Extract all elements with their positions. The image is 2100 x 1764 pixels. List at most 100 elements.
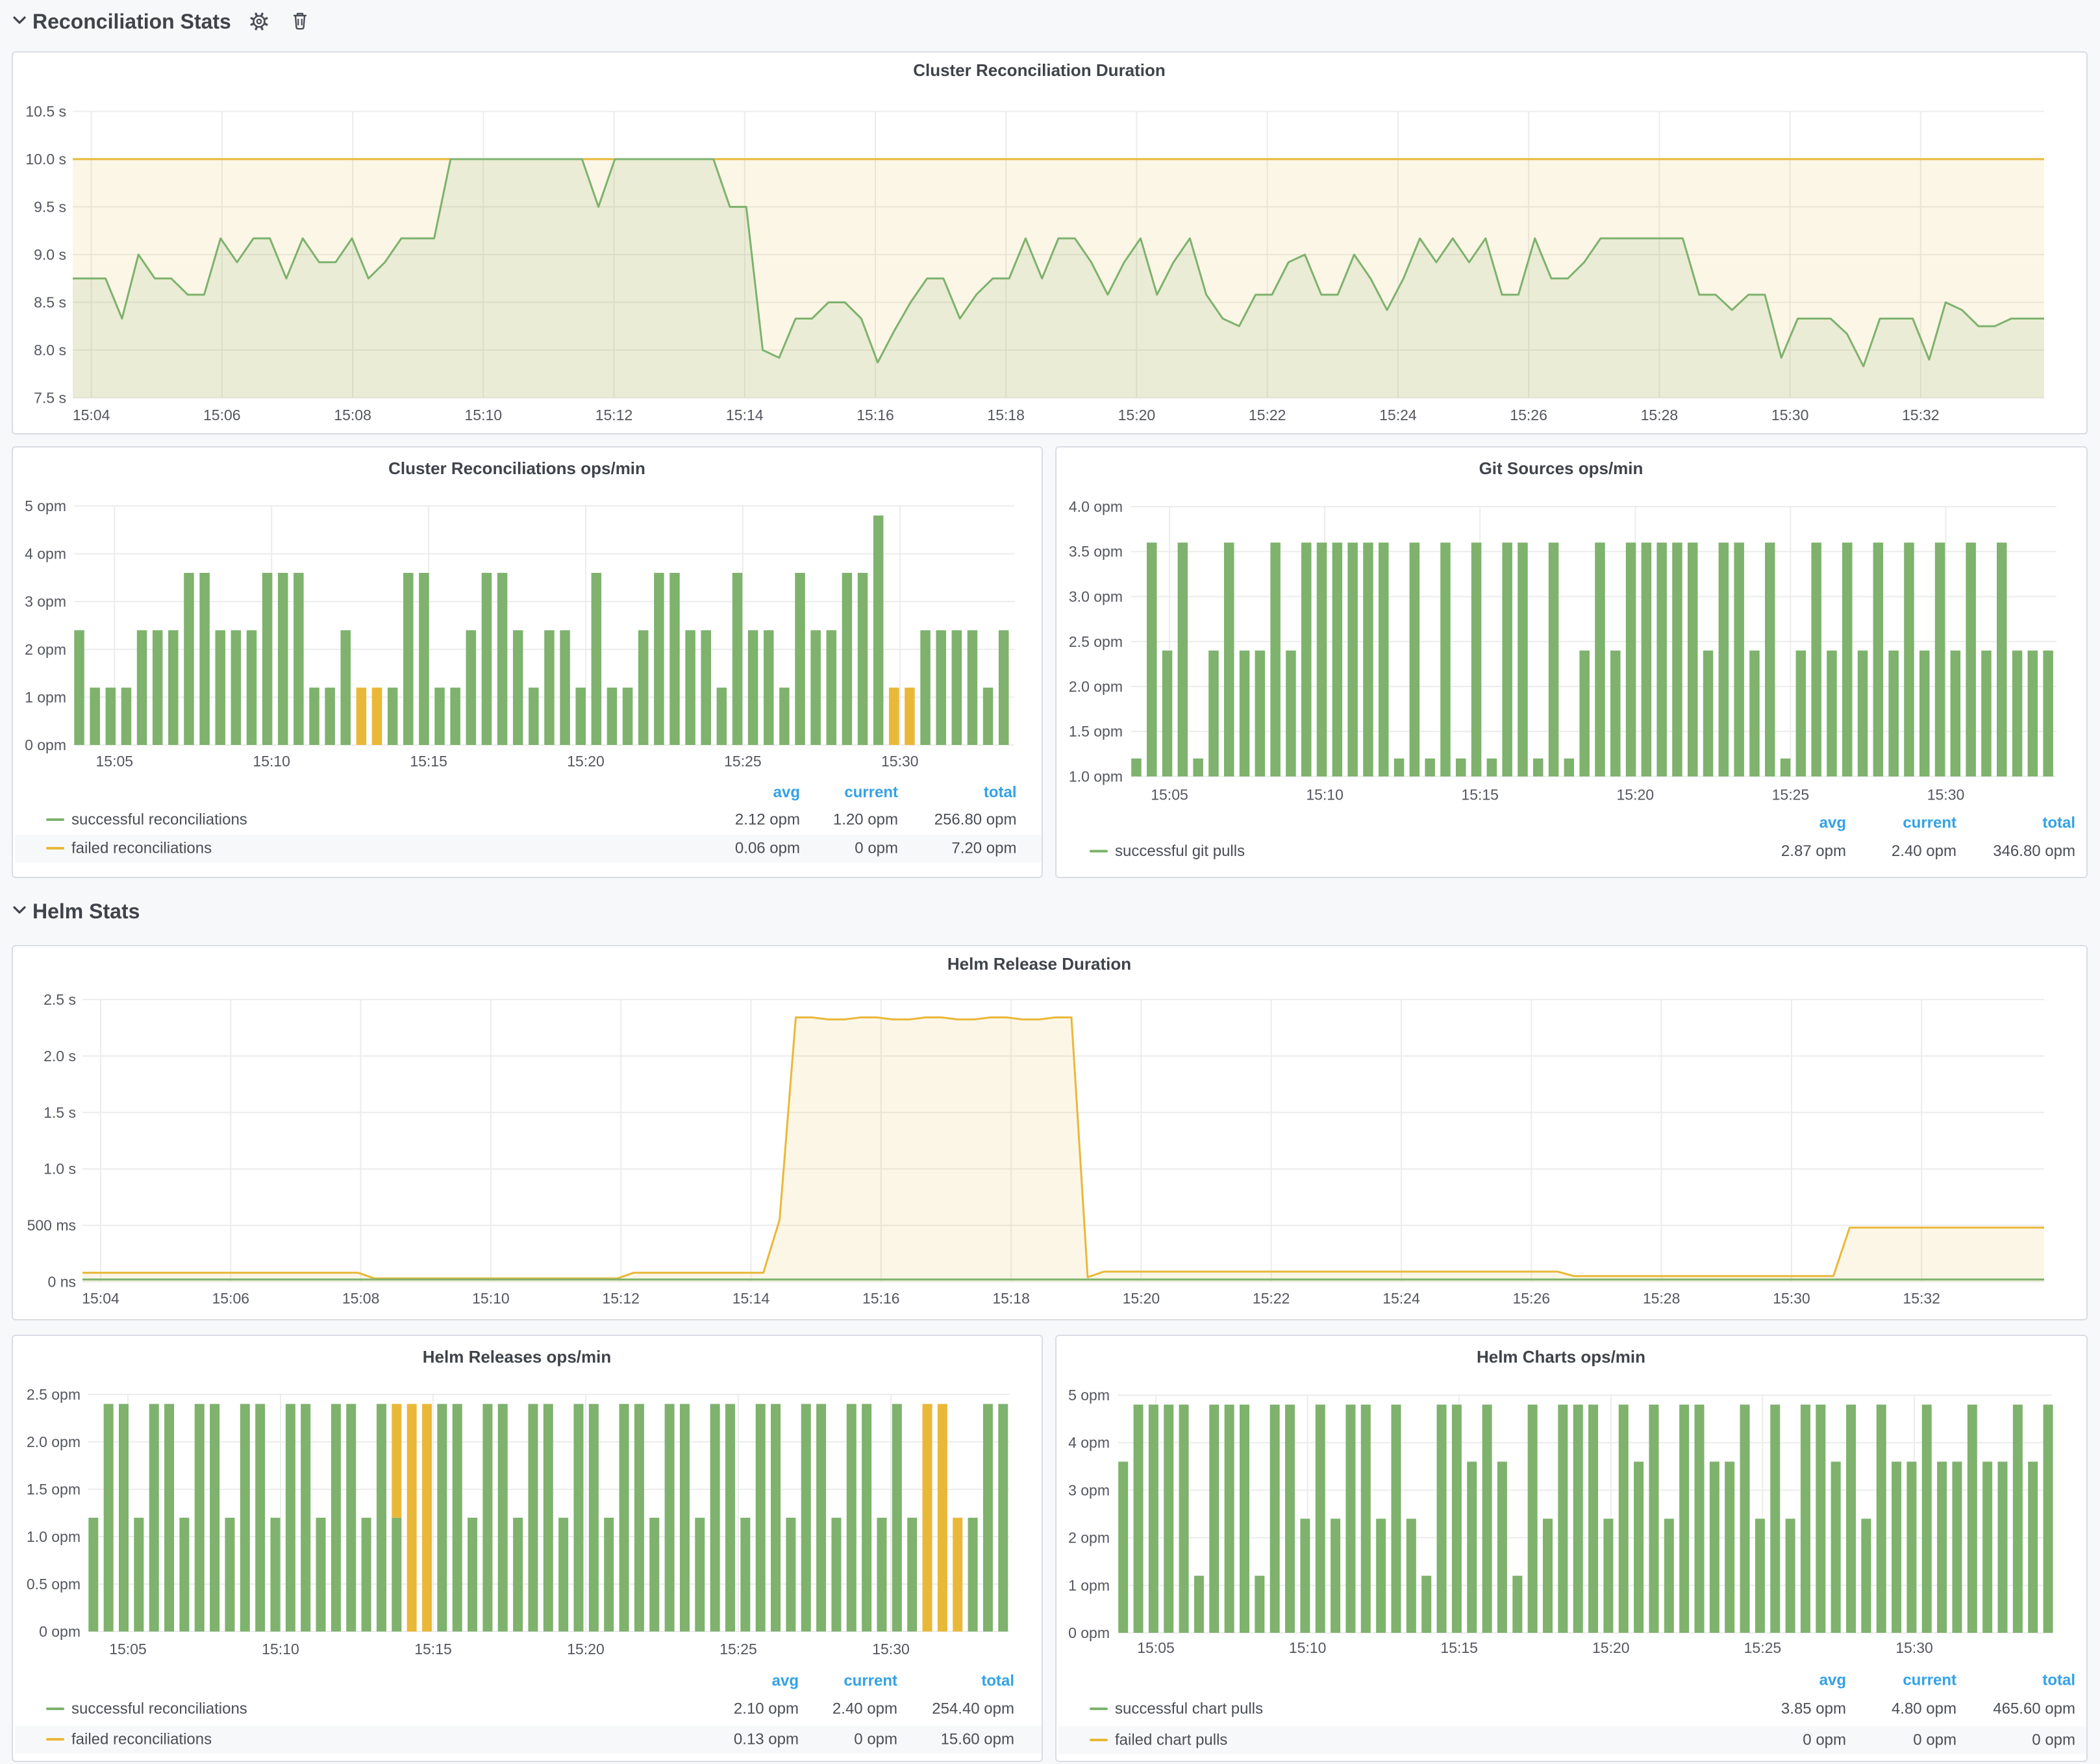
svg-text:2.12 opm: 2.12 opm: [735, 811, 800, 829]
svg-text:15:16: 15:16: [856, 407, 894, 423]
svg-text:15:30: 15:30: [1771, 407, 1809, 423]
svg-text:0.5 opm: 0.5 opm: [27, 1576, 81, 1593]
svg-text:9.5 s: 9.5 s: [34, 199, 66, 216]
svg-text:0 opm: 0 opm: [1913, 1732, 1956, 1749]
svg-text:15.60 opm: 15.60 opm: [941, 1731, 1014, 1748]
svg-text:current: current: [1903, 814, 1956, 832]
svg-text:15:24: 15:24: [1382, 1290, 1420, 1307]
svg-text:current: current: [844, 1672, 897, 1690]
svg-text:2.5 opm: 2.5 opm: [1069, 633, 1123, 650]
svg-text:total: total: [2042, 814, 2075, 832]
svg-text:Cluster Reconciliations ops/mi: Cluster Reconciliations ops/min: [388, 459, 645, 478]
svg-text:1.5 opm: 1.5 opm: [27, 1481, 81, 1498]
svg-text:0 opm: 0 opm: [854, 1731, 897, 1748]
svg-text:1.0 opm: 1.0 opm: [1069, 768, 1123, 785]
svg-text:2.5 opm: 2.5 opm: [27, 1386, 81, 1403]
svg-text:current: current: [1903, 1672, 1956, 1689]
svg-text:15:28: 15:28: [1641, 407, 1679, 423]
svg-text:15:25: 15:25: [1744, 1639, 1782, 1656]
svg-text:15:30: 15:30: [1773, 1290, 1810, 1307]
svg-text:total: total: [981, 1672, 1014, 1690]
svg-text:1.5 opm: 1.5 opm: [1069, 723, 1123, 740]
svg-text:15:08: 15:08: [334, 407, 371, 423]
svg-text:2.87 opm: 2.87 opm: [1781, 842, 1846, 860]
svg-text:0 ns: 0 ns: [48, 1274, 76, 1291]
svg-text:Helm Releases ops/min: Helm Releases ops/min: [423, 1347, 611, 1367]
svg-text:15:05: 15:05: [1151, 787, 1188, 803]
svg-text:7.5 s: 7.5 s: [34, 390, 66, 407]
svg-text:15:10: 15:10: [262, 1641, 299, 1657]
svg-text:4.80 opm: 4.80 opm: [1892, 1700, 1956, 1718]
svg-text:256.80 opm: 256.80 opm: [934, 811, 1017, 829]
svg-text:15:08: 15:08: [342, 1290, 380, 1307]
svg-text:15:28: 15:28: [1643, 1290, 1681, 1307]
svg-text:465.60 opm: 465.60 opm: [1993, 1700, 2075, 1718]
svg-text:15:10: 15:10: [253, 753, 290, 770]
svg-text:15:05: 15:05: [96, 753, 134, 770]
svg-text:8.5 s: 8.5 s: [34, 294, 66, 311]
svg-text:2.0 opm: 2.0 opm: [27, 1433, 81, 1450]
svg-text:15:06: 15:06: [212, 1290, 250, 1307]
svg-text:successful chart pulls: successful chart pulls: [1115, 1700, 1263, 1718]
svg-text:1.5 s: 1.5 s: [44, 1104, 76, 1121]
svg-text:15:04: 15:04: [82, 1290, 119, 1307]
svg-text:15:15: 15:15: [1440, 1639, 1478, 1656]
svg-text:10.5 s: 10.5 s: [25, 103, 66, 120]
svg-text:2.5 s: 2.5 s: [44, 991, 76, 1008]
svg-text:4 opm: 4 opm: [1068, 1434, 1110, 1451]
svg-text:0 opm: 0 opm: [1068, 1624, 1110, 1641]
svg-text:3.0 opm: 3.0 opm: [1069, 588, 1123, 605]
svg-text:10.0 s: 10.0 s: [25, 151, 66, 168]
svg-text:15:32: 15:32: [1903, 1290, 1940, 1307]
svg-text:failed chart pulls: failed chart pulls: [1115, 1732, 1227, 1749]
svg-text:15:30: 15:30: [872, 1641, 910, 1657]
svg-text:15:15: 15:15: [414, 1641, 452, 1657]
svg-text:15:26: 15:26: [1513, 1290, 1551, 1307]
svg-text:0 opm: 0 opm: [1803, 1732, 1846, 1749]
svg-text:Helm Charts ops/min: Helm Charts ops/min: [1477, 1347, 1645, 1367]
svg-text:15:16: 15:16: [862, 1290, 900, 1307]
svg-text:15:30: 15:30: [881, 753, 919, 770]
svg-text:avg: avg: [1819, 814, 1846, 832]
svg-text:4.0 opm: 4.0 opm: [1069, 498, 1123, 515]
svg-text:avg: avg: [772, 1672, 799, 1690]
svg-text:5 opm: 5 opm: [1068, 1387, 1110, 1404]
svg-text:15:25: 15:25: [719, 1641, 757, 1657]
svg-text:Cluster Reconciliation Duratio: Cluster Reconciliation Duration: [913, 60, 1166, 80]
svg-text:2.0 s: 2.0 s: [44, 1048, 76, 1065]
svg-text:15:10: 15:10: [472, 1290, 510, 1307]
svg-text:Reconciliation Stats: Reconciliation Stats: [32, 10, 231, 33]
svg-text:0 opm: 0 opm: [855, 840, 898, 857]
svg-text:15:12: 15:12: [602, 1290, 640, 1307]
svg-text:1.20 opm: 1.20 opm: [833, 811, 898, 829]
svg-text:3.5 opm: 3.5 opm: [1069, 543, 1123, 560]
svg-text:15:10: 15:10: [1306, 787, 1344, 803]
svg-text:4 opm: 4 opm: [25, 546, 66, 562]
svg-text:Helm Stats: Helm Stats: [32, 900, 140, 923]
svg-text:2.10 opm: 2.10 opm: [734, 1700, 799, 1718]
svg-text:254.40 opm: 254.40 opm: [932, 1700, 1014, 1718]
svg-text:total: total: [984, 784, 1017, 801]
svg-text:avg: avg: [1819, 1672, 1846, 1689]
svg-text:15:14: 15:14: [732, 1290, 770, 1307]
svg-text:15:22: 15:22: [1253, 1290, 1290, 1307]
svg-text:1.0 s: 1.0 s: [44, 1161, 76, 1178]
svg-text:failed reconciliations: failed reconciliations: [71, 840, 212, 857]
svg-text:15:25: 15:25: [1772, 787, 1810, 803]
svg-text:2.40 opm: 2.40 opm: [1892, 842, 1956, 860]
svg-text:15:10: 15:10: [465, 407, 503, 423]
svg-text:15:14: 15:14: [726, 407, 764, 423]
svg-text:2.40 opm: 2.40 opm: [832, 1700, 897, 1718]
svg-text:15:20: 15:20: [1617, 787, 1655, 803]
svg-text:15:32: 15:32: [1902, 407, 1940, 423]
svg-text:Helm Release Duration: Helm Release Duration: [947, 954, 1131, 974]
svg-text:15:20: 15:20: [567, 753, 605, 770]
svg-text:2 opm: 2 opm: [25, 641, 66, 658]
svg-text:2 opm: 2 opm: [1068, 1530, 1110, 1546]
svg-text:15:04: 15:04: [73, 407, 110, 423]
svg-text:0.13 opm: 0.13 opm: [734, 1731, 799, 1748]
svg-text:15:20: 15:20: [1118, 407, 1156, 423]
svg-text:346.80 opm: 346.80 opm: [1993, 842, 2075, 860]
svg-text:15:22: 15:22: [1249, 407, 1286, 423]
svg-text:15:25: 15:25: [724, 753, 762, 770]
